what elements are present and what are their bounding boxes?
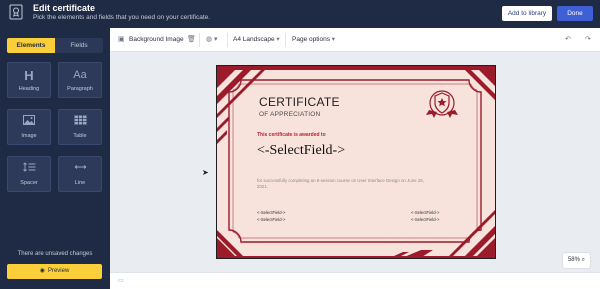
awarded-text[interactable]: This certificate is awarded to bbox=[257, 132, 326, 138]
orientation-value: A4 Landscape bbox=[233, 36, 275, 43]
editor-toolbar: ▣ Background Image 🗑 ◍ ▾ A4 Landscape ▾ … bbox=[110, 28, 600, 52]
unsaved-changes-notice: There are unsaved changes bbox=[17, 251, 93, 257]
page-thumbnail-icon[interactable]: ▭ bbox=[118, 277, 124, 284]
shield-badge-icon bbox=[426, 90, 458, 118]
page-subtitle: Pick the elements and fields that you ne… bbox=[33, 14, 211, 21]
page-title: Edit certificate bbox=[33, 3, 96, 13]
bottom-bar: ▭ bbox=[110, 272, 600, 289]
paragraph-icon: Aa bbox=[73, 69, 87, 81]
color-palette-icon[interactable]: ◍ ▾ bbox=[206, 28, 218, 52]
chevron-down-icon: ▾ bbox=[276, 36, 280, 43]
page-options-dropdown[interactable]: Page options ▾ bbox=[292, 28, 335, 52]
line-icon bbox=[59, 162, 101, 177]
done-button[interactable]: Done bbox=[557, 6, 593, 21]
signature-field-left-2[interactable]: <-SelectField-> bbox=[257, 217, 285, 222]
background-image-button[interactable]: Background Image bbox=[129, 28, 184, 52]
image-tile[interactable]: Image bbox=[7, 109, 51, 145]
add-to-library-button[interactable]: Add to library bbox=[502, 6, 552, 21]
tab-fields[interactable]: Fields bbox=[55, 38, 103, 53]
tab-elements[interactable]: Elements bbox=[7, 38, 55, 53]
certificate-description[interactable]: for successfully completing an 8-session… bbox=[257, 178, 427, 191]
zoom-value: 58% bbox=[567, 257, 580, 263]
heading-tile[interactable]: H Heading bbox=[7, 62, 51, 98]
image-icon bbox=[8, 115, 50, 130]
table-tile[interactable]: Table bbox=[58, 109, 102, 145]
mouse-cursor-icon: ➤ bbox=[202, 168, 209, 177]
magnifier-icon: ⌕ bbox=[581, 257, 586, 263]
paragraph-tile-label: Paragraph bbox=[67, 86, 93, 92]
heading-tile-label: Heading bbox=[18, 86, 40, 92]
certificate-subtitle[interactable]: OF APPRECIATION bbox=[259, 111, 320, 118]
preview-label: Preview bbox=[47, 268, 70, 274]
orientation-dropdown[interactable]: A4 Landscape ▾ bbox=[233, 28, 280, 52]
image-tile-label: Image bbox=[21, 133, 37, 139]
undo-icon[interactable]: ↶ bbox=[565, 28, 571, 52]
table-icon bbox=[59, 115, 101, 130]
chevron-down-icon: ▾ bbox=[331, 36, 336, 43]
certificate-title[interactable]: CERTIFICATE bbox=[259, 95, 340, 109]
signature-field-right-1[interactable]: <-SelectField-> bbox=[411, 210, 439, 215]
heading-icon: H bbox=[24, 68, 34, 83]
redo-icon[interactable]: ↷ bbox=[585, 28, 591, 52]
preview-button[interactable]: ◉ Preview bbox=[7, 264, 102, 279]
paragraph-tile[interactable]: Aa Paragraph bbox=[58, 62, 102, 98]
line-tile-label: Line bbox=[74, 180, 86, 186]
zoom-control[interactable]: 58% ⌕ bbox=[563, 253, 590, 268]
certificate-icon bbox=[9, 4, 23, 20]
eye-icon: ◉ bbox=[39, 268, 45, 274]
page-options-label: Page options bbox=[292, 36, 330, 43]
background-image-icon: ▣ bbox=[118, 36, 125, 43]
elements-sidebar: Elements Fields H Heading Aa Paragraph I… bbox=[0, 28, 110, 289]
table-tile-label: Table bbox=[73, 133, 87, 139]
signature-field-right-2[interactable]: <-SelectField-> bbox=[411, 217, 439, 222]
spacer-tile-label: Spacer bbox=[20, 180, 38, 186]
spacer-tile[interactable]: Spacer bbox=[7, 156, 51, 192]
line-tile[interactable]: Line bbox=[58, 156, 102, 192]
app-header: Edit certificate Pick the elements and f… bbox=[0, 0, 600, 28]
certificate-page[interactable]: CERTIFICATE OF APPRECIATION This certifi… bbox=[216, 65, 496, 259]
signature-field-left-1[interactable]: <-SelectField-> bbox=[257, 210, 285, 215]
trash-icon[interactable]: 🗑 bbox=[187, 28, 196, 52]
spacer-icon bbox=[8, 162, 50, 177]
recipient-name-field[interactable]: <-SelectField-> bbox=[257, 143, 345, 159]
